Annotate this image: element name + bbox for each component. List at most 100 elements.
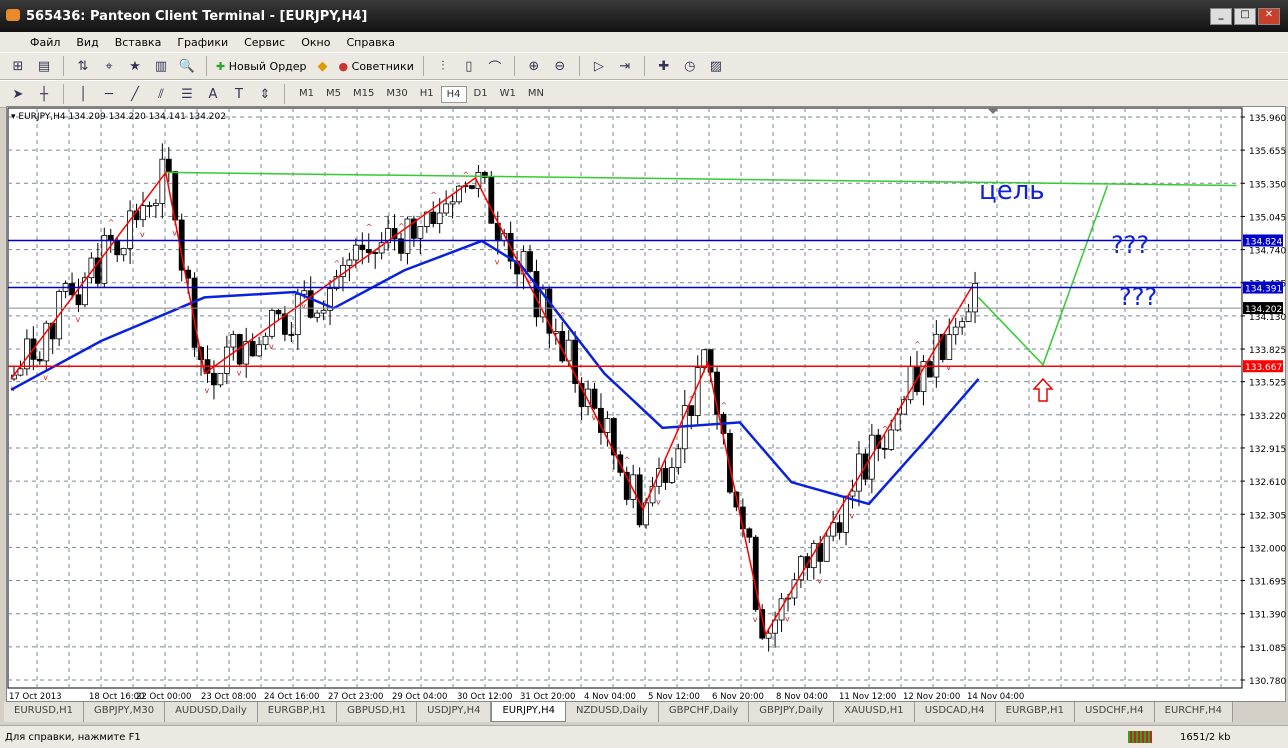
- profiles-icon[interactable]: ▤: [34, 56, 54, 76]
- cursor-icon[interactable]: ➤: [8, 84, 28, 104]
- candle-body: [449, 201, 456, 205]
- chart-canvas[interactable]: 135.960135.655135.350135.045134.740134.4…: [7, 107, 1287, 703]
- timeframe-m1[interactable]: M1: [294, 86, 319, 103]
- candle-body: [217, 372, 224, 386]
- candle-body: [894, 413, 901, 431]
- candle-body: [591, 388, 598, 409]
- new-chart-icon[interactable]: ⊞: [8, 56, 28, 76]
- menu-item[interactable]: Справка: [346, 36, 394, 49]
- candle-body: [694, 367, 701, 416]
- candle-body: [604, 418, 611, 433]
- candle-body: [69, 283, 75, 296]
- timeframe-m5[interactable]: M5: [321, 86, 346, 103]
- timeframe-w1[interactable]: W1: [495, 86, 521, 103]
- last-price-label: 134.202: [1245, 305, 1282, 315]
- candle-chart-icon[interactable]: ▯: [459, 56, 479, 76]
- arrows-icon[interactable]: ⇕: [255, 84, 275, 104]
- fractal-arrow: v: [140, 230, 145, 239]
- crosshair-tool-icon[interactable]: ┼: [34, 84, 54, 104]
- title-bar: 565436: Panteon Client Terminal - [EURJP…: [0, 0, 1288, 32]
- autoscroll-icon[interactable]: ▷: [589, 56, 609, 76]
- candle-body: [417, 226, 424, 239]
- candle-body: [488, 177, 495, 224]
- fractal-arrow: v: [656, 497, 661, 506]
- close-button[interactable]: ✕: [1258, 8, 1280, 25]
- chart-tab[interactable]: GBPUSD,H1: [337, 702, 418, 722]
- up-arrow-icon: [1032, 377, 1054, 402]
- chart-tab[interactable]: EURGBP,H1: [995, 702, 1075, 722]
- advisors-button[interactable]: ● Советники: [339, 60, 414, 73]
- chart-shift-icon[interactable]: ⇥: [615, 56, 635, 76]
- chart-tabs: EURUSD,H1 GBPJPY,M30 AUDUSD,Daily EURGBP,H1…: [4, 702, 1288, 722]
- timeframe-m15[interactable]: M15: [348, 86, 379, 103]
- periods-icon[interactable]: ◷: [680, 56, 700, 76]
- chart-ohlc-label: EURJPY,H4 134.209 134.220 134.141 134.20…: [18, 112, 226, 122]
- zoom-out-icon[interactable]: ⊖: [550, 56, 570, 76]
- timeframe-h4[interactable]: H4: [440, 85, 467, 103]
- menu-item[interactable]: Вставка: [115, 36, 162, 49]
- chart-tab[interactable]: EURUSD,H1: [4, 702, 85, 722]
- annotation-q1: ???: [1111, 231, 1149, 259]
- candle-body: [907, 366, 914, 401]
- chart-tab[interactable]: USDJPY,H4: [417, 702, 492, 722]
- navigator-icon[interactable]: ★: [125, 56, 145, 76]
- timeframe-d1[interactable]: D1: [469, 86, 493, 103]
- x-tick-label: 12 Nov 20:00: [903, 692, 960, 702]
- menu-item[interactable]: Сервис: [244, 36, 285, 49]
- candle-body: [275, 309, 282, 315]
- menu-item[interactable]: Графики: [177, 36, 228, 49]
- chart-tab[interactable]: XAUUSD,H1: [834, 702, 915, 722]
- candle-body: [856, 453, 862, 492]
- terminal-icon[interactable]: ▥: [151, 56, 171, 76]
- chart-tab[interactable]: USDCHF,H4: [1074, 702, 1155, 722]
- chart-tab[interactable]: USDCAD,H4: [914, 702, 996, 722]
- x-tick-label: 27 Oct 23:00: [328, 692, 383, 702]
- fractal-arrow: v: [785, 615, 790, 624]
- candle-body: [404, 218, 411, 254]
- candle-body: [669, 467, 675, 483]
- timeframe-mn[interactable]: MN: [523, 86, 549, 103]
- line-chart-icon[interactable]: ⌒: [485, 56, 505, 76]
- candle-body: [352, 244, 359, 261]
- bar-chart-icon[interactable]: ⫶: [433, 56, 453, 76]
- indicators-icon[interactable]: ✚: [654, 56, 674, 76]
- minimize-button[interactable]: _: [1210, 8, 1232, 25]
- fibonacci-icon[interactable]: ☰: [177, 84, 197, 104]
- chart-tab[interactable]: EURJPY,H4: [491, 702, 566, 722]
- plot-border: [7, 107, 1243, 689]
- chart-tab[interactable]: GBPJPY,M30: [84, 702, 166, 722]
- new-order-button[interactable]: ✚ Новый Ордер: [216, 60, 307, 73]
- timeframe-h1[interactable]: H1: [415, 86, 439, 103]
- crosshair-icon[interactable]: ⌖: [99, 56, 119, 76]
- equidistant-channel-icon[interactable]: ⫽: [151, 84, 171, 104]
- market-watch-icon[interactable]: ⇅: [73, 56, 93, 76]
- candle-body: [249, 341, 256, 357]
- candle-body: [101, 234, 108, 284]
- chart-tab[interactable]: NZDUSD,Daily: [565, 702, 659, 722]
- level-price-label: 133.667: [1245, 363, 1282, 373]
- candle-body: [230, 334, 237, 348]
- y-tick-label: 134.740: [1249, 247, 1286, 257]
- chart-tab[interactable]: GBPCHF,Daily: [658, 702, 750, 722]
- chart-window[interactable]: 135.960135.655135.350135.045134.740134.4…: [6, 106, 1286, 702]
- menu-item[interactable]: Файл: [30, 36, 60, 49]
- timeframe-m30[interactable]: M30: [381, 86, 412, 103]
- vertical-line-icon[interactable]: │: [73, 84, 93, 104]
- templates-icon[interactable]: ▨: [706, 56, 726, 76]
- tester-icon[interactable]: 🔍: [177, 56, 197, 76]
- chart-tab[interactable]: EURGBP,H1: [257, 702, 338, 722]
- moving-average-line: [10, 239, 980, 506]
- chart-tab[interactable]: GBPJPY,Daily: [749, 702, 835, 722]
- trendline-icon[interactable]: ╱: [125, 84, 145, 104]
- chart-tab[interactable]: AUDUSD,Daily: [165, 702, 258, 722]
- menu-item[interactable]: Вид: [76, 36, 98, 49]
- candle-body: [823, 535, 830, 562]
- warning-icon[interactable]: ◆: [313, 56, 333, 76]
- text-label-icon[interactable]: T: [229, 84, 249, 104]
- chart-tab[interactable]: EURCHF,H4: [1154, 702, 1234, 722]
- text-icon[interactable]: A: [203, 84, 223, 104]
- zoom-in-icon[interactable]: ⊕: [524, 56, 544, 76]
- menu-item[interactable]: Окно: [301, 36, 330, 49]
- horizontal-line-icon[interactable]: ─: [99, 84, 119, 104]
- maximize-button[interactable]: □: [1234, 8, 1256, 25]
